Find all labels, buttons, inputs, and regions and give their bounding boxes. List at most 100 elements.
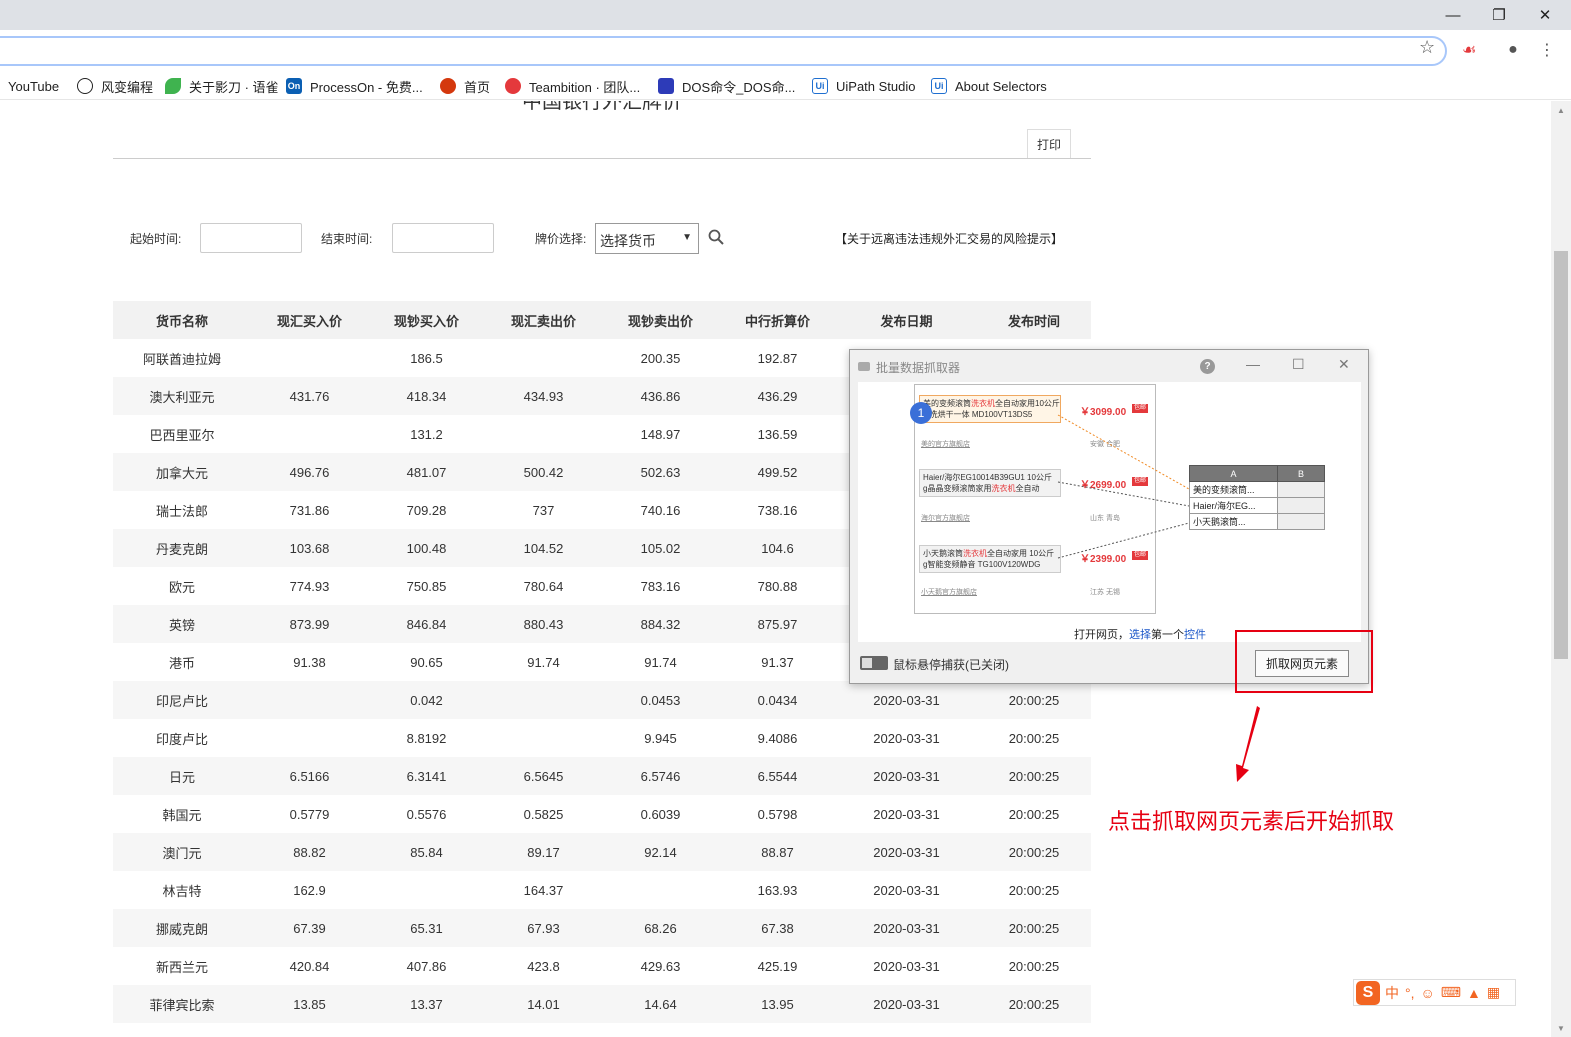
currency-name-cell: 阿联酋迪拉姆 (142, 351, 221, 367)
bookmark-teambition[interactable]: Teambition · 团队... (505, 76, 640, 96)
rate-cell: 0.6039 (640, 806, 681, 822)
rate-cell: 13.37 (368, 985, 485, 1023)
currency-name-cell: 澳大利亚元 (113, 377, 251, 415)
risk-warning-link[interactable]: 【关于远离违法违规外汇交易的风险提示】 (835, 230, 1063, 247)
end-time-label: 结束时间: (321, 232, 373, 246)
column-header: 现汇买入价 (251, 301, 368, 339)
bookmark-youtube[interactable]: YouTube (8, 76, 59, 96)
rate-cell: 186.5 (410, 350, 443, 366)
product-tag: 包邮 (1132, 404, 1148, 413)
table-row: 印度卢比 8.8192 9.945 9.4086 2020-03-31 20:00:25 (113, 719, 1091, 757)
shop-link: 海尔官方旗舰店 (921, 515, 970, 522)
currency-name-cell: 丹麦克朗 (113, 529, 251, 567)
close-icon[interactable]: ✕ (1522, 0, 1568, 30)
ime-punct[interactable]: °, (1405, 985, 1415, 1001)
currency-name-cell: 瑞士法郎 (155, 503, 208, 519)
rate-cell (485, 681, 602, 719)
rate-cell: 880.43 (485, 605, 602, 643)
profile-icon[interactable]: ● (1503, 40, 1523, 60)
currency-name-cell: 加拿大元 (113, 453, 251, 491)
restore-icon[interactable]: ❐ (1476, 0, 1522, 30)
uipath-icon: Ui (812, 78, 828, 94)
table-row: 印尼卢比 0.042 0.0453 0.0434 2020-03-31 20:00:25 (113, 681, 1091, 719)
dialog-close-icon[interactable]: ✕ (1338, 356, 1350, 373)
rate-cell: 192.87 (757, 350, 798, 366)
table-row: 韩国元 0.5779 0.5576 0.5825 0.6039 0.5798 2020-03… (113, 795, 1091, 833)
keyboard-icon[interactable]: ⌨ (1441, 984, 1461, 1001)
search-icon[interactable] (708, 229, 724, 245)
product-price: ￥2399.00 (1080, 554, 1127, 565)
bookmark-about-selectors[interactable]: Ui About Selectors (931, 76, 1047, 96)
help-icon[interactable]: ? (1200, 359, 1215, 374)
print-button[interactable]: 打印 (1027, 129, 1071, 158)
rate-cell: 105.02 (602, 529, 719, 567)
rate-cell: 14.01 (485, 985, 602, 1023)
toolbox-icon[interactable]: ▦ (1487, 984, 1500, 1001)
rate-cell: 846.84 (368, 605, 485, 643)
bookmark-star-icon[interactable]: ☆ (1419, 37, 1435, 58)
bookmark-yingdao[interactable]: 关于影刀 · 语雀 (165, 76, 279, 96)
rate-cell: 67.93 (485, 909, 602, 947)
hover-capture-toggle[interactable] (860, 656, 888, 670)
dialog-caption: 打开网页，选择第一个控件 (1074, 629, 1206, 641)
rate-cell: 496.76 (251, 453, 368, 491)
rate-cell: 91.38 (293, 654, 326, 670)
rate-cell: 6.5166 (251, 757, 368, 795)
currency-name-cell: 港币 (168, 655, 195, 671)
rate-cell: 20:00:25 (1008, 806, 1060, 822)
panda-icon (77, 78, 93, 94)
rate-cell: 431.76 (251, 377, 368, 415)
scroll-down-icon[interactable]: ▼ (1551, 1021, 1571, 1035)
currency-name-cell: 巴西里亚尔 (149, 427, 215, 443)
rate-cell (251, 719, 368, 757)
table-row: 澳门元 88.82 85.84 89.17 92.14 88.87 2020-03-31 20… (113, 833, 1091, 871)
column-header: 货币名称 (113, 301, 251, 339)
currency-name-cell: 澳门元 (113, 833, 251, 871)
currency-name-cell: 新西兰元 (155, 959, 208, 975)
skin-icon[interactable]: ▲ (1467, 985, 1481, 1001)
extension-icon[interactable]: ☙ (1459, 40, 1479, 60)
rate-cell: 65.31 (368, 909, 485, 947)
bookmark-home[interactable]: 首页 (440, 76, 490, 96)
rate-cell: 2020-03-31 (836, 757, 977, 795)
rate-cell: 8.8192 (406, 730, 447, 746)
address-bar[interactable] (0, 36, 1447, 66)
dialog-minimize-icon[interactable]: — (1246, 356, 1260, 372)
teambition-icon (505, 78, 521, 94)
minimize-icon[interactable]: — (1430, 0, 1476, 30)
rate-cell: 200.35 (640, 350, 681, 366)
rate-cell: 6.5746 (602, 757, 719, 795)
rate-cell: 2020-03-31 (836, 681, 977, 719)
rate-cell: 780.88 (757, 578, 798, 594)
bookmark-fengbian[interactable]: 风变编程 (77, 76, 153, 96)
scroll-up-icon[interactable]: ▲ (1551, 103, 1571, 117)
ime-lang[interactable]: 中 (1385, 983, 1399, 1003)
ime-toolbar[interactable]: S 中 °, ☺ ⌨ ▲ ▦ (1353, 979, 1516, 1006)
product-location: 安徽 合肥 (1090, 441, 1120, 448)
column-header: 发布日期 (836, 301, 977, 339)
end-time-input[interactable] (392, 223, 494, 253)
rate-cell: 0.042 (368, 681, 485, 719)
column-header: 现钞卖出价 (602, 301, 719, 339)
rate-cell: 100.48 (368, 529, 485, 567)
currency-name-cell: 挪威克朗 (113, 909, 251, 947)
start-time-input[interactable] (200, 223, 302, 253)
column-header: 现汇卖出价 (485, 301, 602, 339)
rate-cell (602, 871, 719, 909)
currency-select[interactable]: 选择货币 ▼ (595, 223, 699, 254)
currency-name-cell: 欧元 (168, 579, 195, 595)
table-row: 新西兰元 420.84 407.86 423.8 429.63 425.19 2020-03… (113, 947, 1091, 985)
menu-icon[interactable]: ⋮ (1537, 40, 1557, 60)
bookmark-dos[interactable]: DOS命令_DOS命... (658, 76, 795, 96)
bookmark-uipath-studio[interactable]: Ui UiPath Studio (812, 76, 916, 96)
table-row: 日元 6.5166 6.3141 6.5645 6.5746 6.5544 2020-03-… (113, 757, 1091, 795)
emoji-icon[interactable]: ☺ (1421, 985, 1435, 1001)
bookmark-processon[interactable]: On ProcessOn - 免费... (286, 76, 423, 96)
rate-cell: 67.39 (251, 909, 368, 947)
dialog-maximize-icon[interactable]: ☐ (1292, 356, 1305, 373)
page-scrollbar[interactable]: ▲ ▼ (1551, 101, 1571, 1037)
scroll-thumb[interactable] (1554, 251, 1568, 659)
rate-cell: 738.16 (757, 502, 798, 518)
rate-cell: 434.93 (485, 377, 602, 415)
rate-cell: 88.87 (719, 833, 836, 871)
